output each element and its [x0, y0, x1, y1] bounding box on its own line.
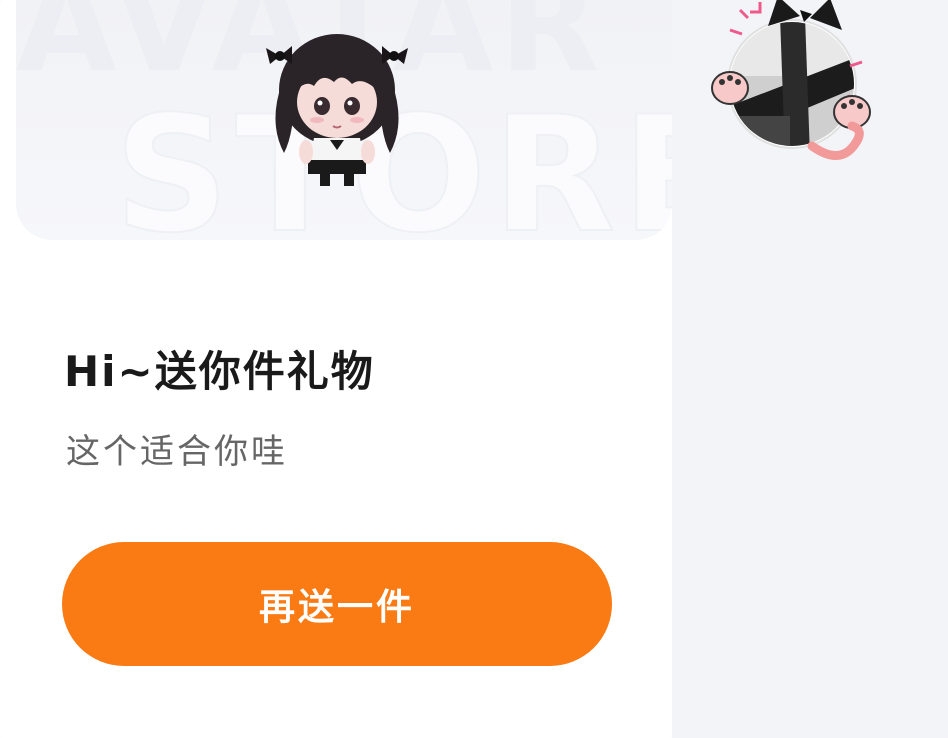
- cat-ear-sticker-icon[interactable]: [700, 0, 875, 176]
- greeting-subtitle: 这个适合你哇: [66, 432, 288, 472]
- send-again-button[interactable]: 再送一件: [62, 542, 612, 666]
- doll-avatar-icon: [266, 34, 408, 186]
- avatar-store-banner: AVATAR STORE: [16, 0, 672, 240]
- gift-page: AVATAR STORE: [0, 0, 948, 738]
- gift-card: AVATAR STORE: [0, 0, 672, 738]
- greeting-title: Hi~送你件礼物: [64, 347, 375, 396]
